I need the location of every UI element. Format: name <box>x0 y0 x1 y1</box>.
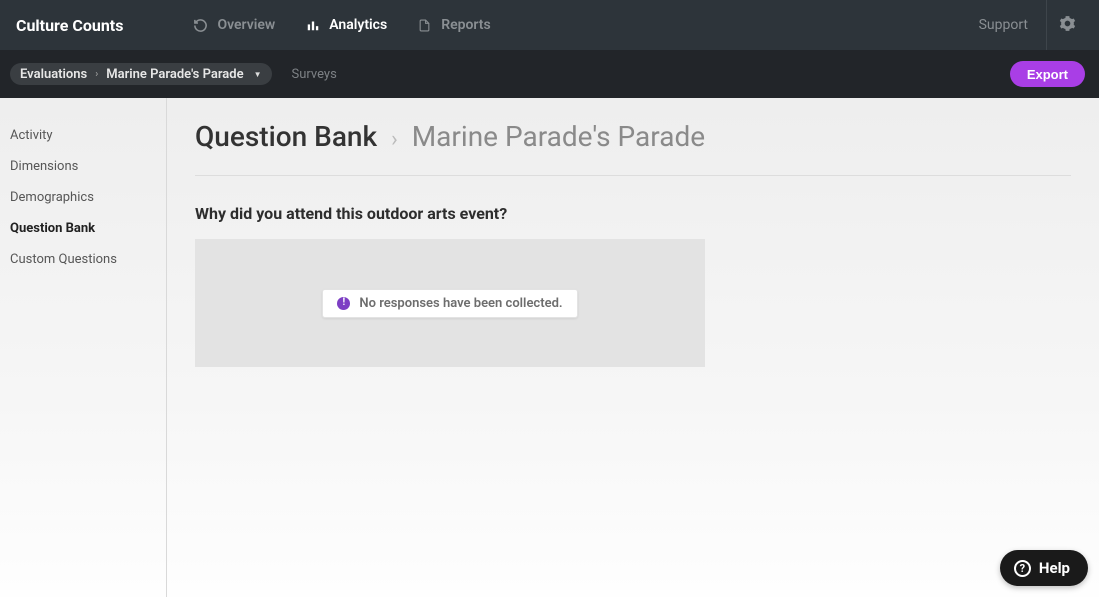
page-title-row: Question Bank › Marine Parade's Parade <box>195 120 1071 176</box>
top-navbar: Culture Counts Overview Analytics Report… <box>0 0 1099 50</box>
page-title: Question Bank <box>195 120 377 153</box>
sidebar-item-label: Question Bank <box>10 221 95 236</box>
nav-tab-label: Overview <box>217 17 275 33</box>
sub-navbar: Evaluations › Marine Parade's Parade ▼ S… <box>0 50 1099 98</box>
nav-tab-reports[interactable]: Reports <box>417 17 491 33</box>
chevron-right-icon: › <box>95 69 98 80</box>
sidebar-item-label: Demographics <box>10 190 94 205</box>
page-subtitle: Marine Parade's Parade <box>412 120 705 153</box>
caret-down-icon[interactable]: ▼ <box>254 70 262 79</box>
response-panel: ! No responses have been collected. <box>195 239 705 367</box>
help-label: Help <box>1039 559 1070 577</box>
sidebar-item-custom-questions[interactable]: Custom Questions <box>0 244 166 275</box>
breadcrumb-current[interactable]: Marine Parade's Parade <box>106 67 243 82</box>
nav-tab-analytics[interactable]: Analytics <box>305 17 387 33</box>
export-button[interactable]: Export <box>1010 61 1085 87</box>
subnav-surveys[interactable]: Surveys <box>292 67 337 82</box>
sidebar-item-demographics[interactable]: Demographics <box>0 182 166 213</box>
bar-chart-icon <box>305 18 320 33</box>
sidebar: Activity Dimensions Demographics Questio… <box>0 98 167 597</box>
sidebar-item-question-bank[interactable]: Question Bank <box>0 213 166 244</box>
sidebar-item-activity[interactable]: Activity <box>0 120 166 151</box>
refresh-icon <box>193 18 208 33</box>
help-button[interactable]: ? Help <box>1000 550 1088 586</box>
nav-right: Support <box>961 0 1087 50</box>
nav-tab-label: Reports <box>441 17 491 33</box>
sidebar-item-label: Activity <box>10 128 53 143</box>
content-wrap: Activity Dimensions Demographics Questio… <box>0 98 1099 597</box>
empty-state-badge: ! No responses have been collected. <box>322 289 577 318</box>
nav-tab-overview[interactable]: Overview <box>193 17 275 33</box>
document-icon <box>417 18 432 33</box>
sidebar-item-label: Custom Questions <box>10 252 117 267</box>
gear-icon <box>1059 15 1076 36</box>
alert-icon: ! <box>337 297 350 310</box>
sidebar-item-dimensions[interactable]: Dimensions <box>0 151 166 182</box>
empty-state-text: No responses have been collected. <box>359 296 562 311</box>
help-icon: ? <box>1014 560 1031 577</box>
support-link[interactable]: Support <box>961 0 1047 50</box>
chevron-right-icon: › <box>391 127 398 152</box>
nav-tab-label: Analytics <box>329 17 387 33</box>
question-title: Why did you attend this outdoor arts eve… <box>195 204 1071 223</box>
question-block: Why did you attend this outdoor arts eve… <box>195 204 1071 367</box>
brand-logo[interactable]: Culture Counts <box>16 16 123 35</box>
breadcrumb: Evaluations › Marine Parade's Parade ▼ <box>10 63 272 85</box>
breadcrumb-root[interactable]: Evaluations <box>20 67 87 82</box>
settings-button[interactable] <box>1047 0 1087 50</box>
sidebar-item-label: Dimensions <box>10 159 78 174</box>
main-content: Question Bank › Marine Parade's Parade W… <box>167 98 1099 597</box>
nav-tabs: Overview Analytics Reports <box>193 17 960 33</box>
